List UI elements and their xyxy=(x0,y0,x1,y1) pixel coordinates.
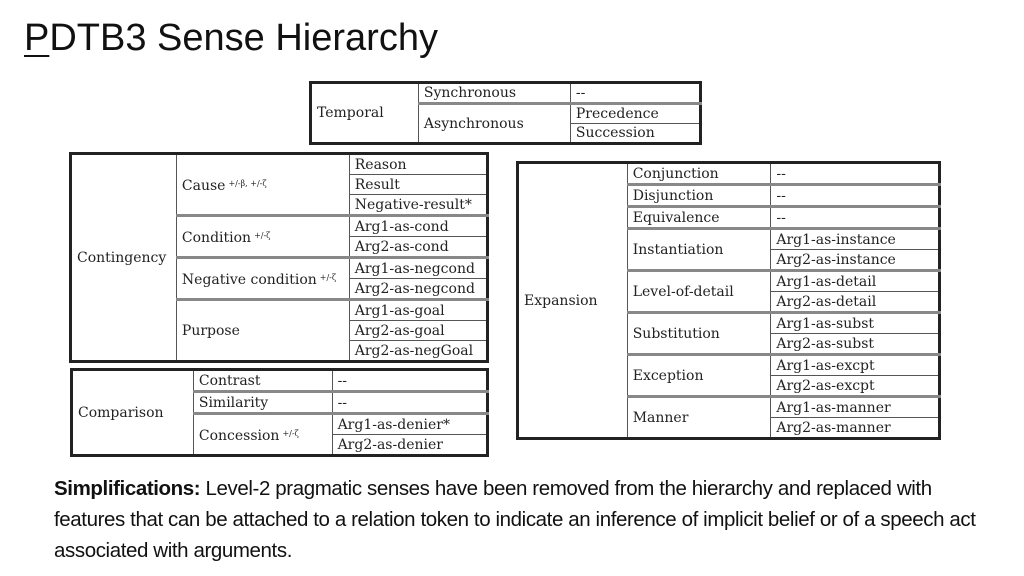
level2-sense: Instantiation xyxy=(626,227,772,271)
level3-sense: Arg1-as-goal xyxy=(348,298,489,321)
comparison-table: Comparison Contrast -- Similarity -- Concessi… xyxy=(70,368,489,457)
level3-sense: Arg2-as-denier xyxy=(331,434,489,456)
level3-sense: Reason xyxy=(348,153,489,175)
level3-sense: Arg2-as-negGoal xyxy=(348,340,489,362)
level2-sense: Condition +/-ζ xyxy=(175,214,350,258)
sense-row: Comparison Contrast -- xyxy=(71,369,489,456)
feature-superscript: +/-ζ xyxy=(319,272,337,282)
level3-sense: -- xyxy=(569,82,702,104)
level2-sense: Synchronous xyxy=(417,82,571,104)
level3-sense: -- xyxy=(770,205,940,229)
level3-sense: -- xyxy=(331,369,489,392)
level2-sense: Conjunction xyxy=(626,162,772,185)
level2-label: Level-of-detail xyxy=(632,283,734,300)
feature-superscript: +/-β, +/-ζ xyxy=(228,178,267,188)
level2-label: Substitution xyxy=(632,325,720,342)
level3-sense: Arg1-as-denier* xyxy=(331,412,489,435)
level3-sense: Arg1-as-detail xyxy=(770,269,940,292)
level2-label: Concession xyxy=(198,427,280,444)
level2-sense: Purpose xyxy=(175,298,350,362)
level2-label: Asynchronous xyxy=(423,115,524,132)
title-rest: DTB3 Sense Hierarchy xyxy=(49,17,438,59)
level2-sense: Level-of-detail xyxy=(626,269,772,313)
level2-label: Equivalence xyxy=(632,209,720,226)
contingency-table: Contingency Cause +/-β, +/-ζ Reason Result Ne… xyxy=(69,152,489,363)
expansion-table: Expansion Conjunction -- Disjunction -- Equiv… xyxy=(516,161,941,440)
level3-sense: Arg2-as-goal xyxy=(348,320,489,341)
level3-sense: -- xyxy=(331,390,489,414)
level3-sense: Arg2-as-detail xyxy=(770,291,940,313)
level2-sense: Similarity xyxy=(192,390,333,414)
note-heading: Simplifications: xyxy=(54,477,201,500)
level3-sense: Arg1-as-subst xyxy=(770,311,940,334)
level2-label: Conjunction xyxy=(632,165,719,182)
level3-sense: Arg2-as-manner xyxy=(770,417,940,439)
level2-sense: Asynchronous xyxy=(417,102,571,144)
level2-label: Disjunction xyxy=(632,187,714,204)
sense-row: Expansion Conjunction -- xyxy=(517,162,940,439)
level3-sense: Arg2-as-negcond xyxy=(348,278,489,300)
level2-label: Cause xyxy=(181,177,226,194)
level2-sense: Contrast xyxy=(192,369,333,392)
temporal-table: Temporal Synchronous -- Asynchronous Precede… xyxy=(309,81,702,145)
level2-label: Instantiation xyxy=(632,241,724,258)
level3-sense: Arg2-as-subst xyxy=(770,333,940,355)
level2-sense: Substitution xyxy=(626,311,772,355)
level1-sense: Temporal xyxy=(310,82,419,144)
level3-sense: Negative-result* xyxy=(348,194,489,216)
level2-sense: Manner xyxy=(626,395,772,439)
page-title: PDTB3 Sense Hierarchy xyxy=(24,17,438,60)
level2-label: Purpose xyxy=(181,322,240,339)
level3-sense: -- xyxy=(770,162,940,185)
level1-sense: Expansion xyxy=(517,162,628,439)
level2-label: Contrast xyxy=(198,372,261,389)
title-first-letter: P xyxy=(24,17,50,59)
level3-sense: Arg2-as-cond xyxy=(348,236,489,258)
level2-sense: Cause +/-β, +/-ζ xyxy=(175,153,350,216)
level2-label: Synchronous xyxy=(423,85,517,101)
level3-sense: Arg1-as-negcond xyxy=(348,256,489,279)
level2-label: Manner xyxy=(632,409,689,426)
level2-sense: Disjunction xyxy=(626,183,772,207)
feature-superscript: +/-ζ xyxy=(254,230,271,240)
simplifications-note: Simplifications: Level-2 pragmatic sense… xyxy=(54,473,984,566)
level1-sense: Comparison xyxy=(71,369,194,456)
level3-sense: Arg2-as-instance xyxy=(770,249,940,271)
level3-sense: -- xyxy=(770,183,940,207)
level2-sense: Exception xyxy=(626,353,772,397)
level3-sense: Arg1-as-manner xyxy=(770,395,940,418)
level2-sense: Concession +/-ζ xyxy=(192,412,333,456)
sense-row: Contingency Cause +/-β, +/-ζ Reason xyxy=(70,153,489,362)
feature-superscript: +/-ζ xyxy=(282,428,299,438)
level3-sense: Arg2-as-excpt xyxy=(770,375,940,397)
level3-sense: Succession xyxy=(569,123,702,144)
sense-row: Temporal Synchronous -- xyxy=(310,82,702,144)
level2-label: Negative condition xyxy=(181,271,317,288)
level3-sense: Arg1-as-excpt xyxy=(770,353,940,376)
level2-label: Exception xyxy=(632,367,704,384)
level2-sense: Negative condition +/-ζ xyxy=(175,256,350,300)
level3-sense: Precedence xyxy=(569,102,702,124)
level2-label: Condition xyxy=(181,229,252,246)
level2-sense: Equivalence xyxy=(626,205,772,229)
level3-sense: Arg1-as-instance xyxy=(770,227,940,250)
level3-sense: Arg1-as-cond xyxy=(348,214,489,237)
level2-label: Similarity xyxy=(198,394,269,411)
level1-sense: Contingency xyxy=(70,153,177,362)
level3-sense: Result xyxy=(348,174,489,195)
